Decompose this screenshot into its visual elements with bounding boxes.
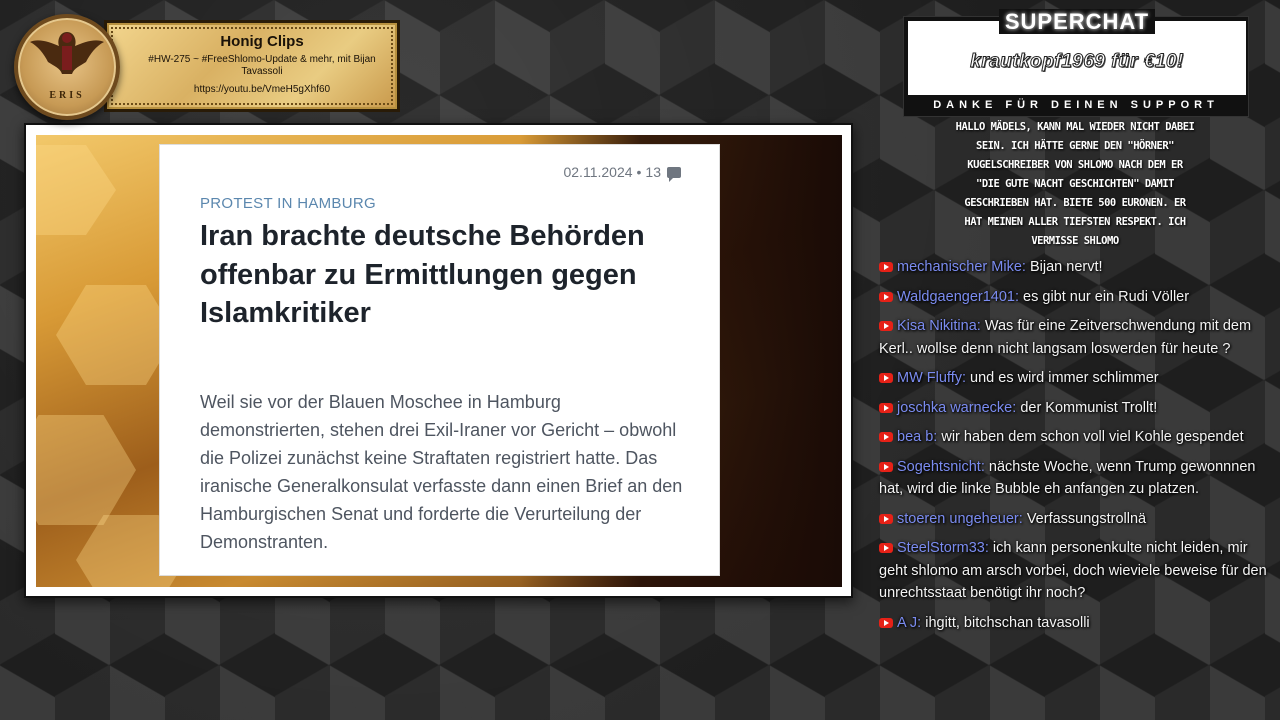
superchat-thanks: DANKE FÜR DEINEN SUPPORT (933, 99, 1219, 111)
youtube-icon (879, 617, 893, 628)
comment-icon[interactable] (667, 166, 681, 182)
youtube-icon (879, 461, 893, 472)
chat-text: ihgitt, bitchschan tavasolli (925, 614, 1090, 631)
youtube-icon (879, 432, 893, 442)
superchat-panel: SUPERCHAT krautkopf1969 für €10! DANKE F… (903, 9, 1249, 117)
youtube-icon (879, 373, 893, 383)
superchat-title: SUPERCHAT (908, 9, 1246, 35)
eris-logo: ERIS (14, 14, 120, 120)
live-chat: mechanischer Mike Bijan nervt! Waldgaeng… (879, 256, 1271, 641)
chat-author[interactable]: bea b (897, 429, 937, 445)
stream-info-banner: ERIS Honig Clips #HW-275 ~ #FreeShlomo-U… (14, 14, 400, 120)
chat-author[interactable]: mechanischer Mike (897, 259, 1026, 275)
chat-author[interactable]: joschka warnecke (897, 400, 1016, 416)
chat-text: Bijan nervt! (1029, 259, 1103, 275)
youtube-icon (879, 291, 893, 302)
article-card: 02.11.2024 • 13 PROTEST IN HAMBURG Iran … (160, 145, 719, 575)
article-meta: 02.11.2024 • 13 (563, 164, 681, 182)
article-kicker: PROTEST IN HAMBURG (200, 195, 376, 212)
banner-subtitle: #HW-275 ~ #FreeShlomo-Update & mehr, mit… (148, 54, 376, 77)
chat-message: A J ihgitt, bitchschan tavasolli (879, 612, 1271, 635)
chat-message: bea b wir haben dem schon voll viel Kohl… (879, 426, 1271, 449)
chat-message: Sogehtsnicht nächste Woche, wenn Trump g… (879, 456, 1271, 501)
chat-text: und es wird immer schlimmer (970, 370, 1159, 386)
youtube-icon (879, 402, 893, 413)
chat-message: joschka warnecke der Kommunist Trollt! (879, 397, 1271, 420)
chat-message: stoeren ungeheuer Verfassungstrollnä (879, 508, 1271, 531)
chat-message: SteelStorm33 ich kann personenkulte nich… (879, 537, 1271, 605)
chat-author[interactable]: MW Fluffy (897, 370, 966, 386)
article-date: 02.11.2024 (563, 164, 633, 180)
chat-author[interactable]: stoeren ungeheuer (897, 511, 1023, 527)
chat-author[interactable]: A J (897, 615, 921, 631)
youtube-icon (879, 513, 893, 524)
chat-author[interactable]: Kisa Nikitina (897, 318, 981, 334)
meta-separator: • (636, 164, 642, 180)
chat-text: der Kommunist Trollt! (1020, 399, 1158, 416)
chat-message: Waldgaenger1401 es gibt nur ein Rudi Völ… (879, 286, 1271, 309)
chat-message: mechanischer Mike Bijan nervt! (879, 256, 1271, 279)
chat-author[interactable]: Waldgaenger1401 (897, 289, 1019, 305)
superchat-card: SUPERCHAT krautkopf1969 für €10! (908, 9, 1246, 95)
banner-title: Honig Clips (220, 33, 304, 50)
chat-text: es gibt nur ein Rudi Völler (1023, 288, 1190, 305)
youtube-icon (879, 543, 893, 553)
youtube-icon (879, 321, 893, 331)
superchat-donor: krautkopf1969 für €10! (970, 51, 1184, 73)
logo-text: ERIS (49, 90, 85, 101)
chat-message: MW Fluffy und es wird immer schlimmer (879, 367, 1271, 390)
article-headline[interactable]: Iran brachte deutsche Behörden offenbar … (200, 217, 670, 333)
chat-author[interactable]: Sogehtsnicht (897, 459, 985, 475)
comment-count[interactable]: 13 (645, 164, 661, 180)
chat-message: Kisa Nikitina Was für eine Zeitverschwen… (879, 315, 1271, 360)
chat-author[interactable]: SteelStorm33 (897, 540, 989, 556)
article-teaser: Weil sie vor der Blauen Moschee in Hambu… (200, 392, 683, 552)
chat-text: wir haben dem schon voll viel Kohle gesp… (941, 429, 1244, 445)
youtube-icon (879, 262, 893, 272)
superchat-message: Hallo Mädels, kann mal wieder nicht dabe… (955, 121, 1195, 247)
banner-url[interactable]: https://youtu.be/VmeH5gXhf60 (107, 84, 397, 95)
chat-text: Verfassungstrollnä (1026, 510, 1147, 527)
banner-plate: Honig Clips #HW-275 ~ #FreeShlomo-Update… (104, 20, 400, 112)
